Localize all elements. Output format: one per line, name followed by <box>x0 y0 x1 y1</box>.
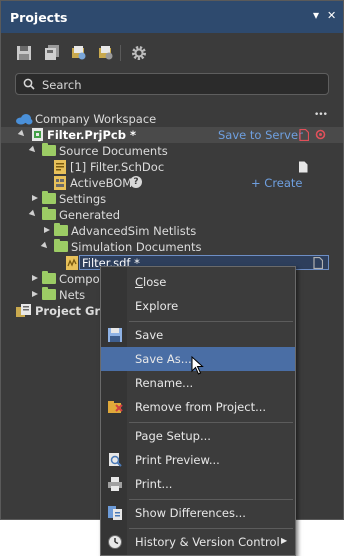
print-preview-icon <box>109 453 122 467</box>
save-all-icon[interactable] <box>44 45 60 61</box>
tree-item-project[interactable]: Filter.PrjPcb * Save to Server <box>1 127 343 143</box>
cloud-icon <box>16 114 33 125</box>
collapse-arrow-icon[interactable] <box>32 291 38 297</box>
search-icon <box>23 78 35 90</box>
expand-arrow-icon[interactable] <box>28 209 38 219</box>
menu-item-remove[interactable]: Remove from Project... <box>101 395 295 419</box>
collapse-arrow-icon[interactable] <box>32 195 38 201</box>
panel-close-icon[interactable]: ✕ <box>327 9 336 22</box>
tree-item-simulation-documents[interactable]: Simulation Documents <box>1 239 343 255</box>
pcb-project-icon <box>32 128 43 141</box>
settings-gear-icon[interactable] <box>131 45 147 61</box>
menu-item-history[interactable]: History & Version Control ▶ <box>101 530 295 554</box>
project-group-icon <box>16 304 31 317</box>
context-menu: Close Explore Save Save As... Rename... … <box>100 266 296 556</box>
tree-item-workspace[interactable]: Company Workspace ••• <box>1 110 343 127</box>
menu-item-close[interactable]: Close <box>101 270 295 294</box>
settings-label: Settings <box>59 192 107 206</box>
simulation-documents-label: Simulation Documents <box>71 240 202 254</box>
expand-arrow-icon[interactable] <box>17 129 27 139</box>
advancedsim-label: AdvancedSim Netlists <box>71 224 197 238</box>
search-input[interactable]: Search <box>15 73 329 95</box>
menu-item-show-differences[interactable]: Show Differences... <box>101 501 295 525</box>
menu-item-print-preview[interactable]: Print Preview... <box>101 448 295 472</box>
open-project-icon[interactable] <box>71 45 87 61</box>
sdf-doc-icon <box>66 256 78 270</box>
menu-item-explore[interactable]: Explore <box>101 294 295 318</box>
menu-item-explore-label: Explore <box>135 299 179 313</box>
tree-item-settings[interactable]: Settings <box>1 191 343 207</box>
submenu-arrow-icon: ▶ <box>281 536 288 545</box>
history-clock-icon <box>108 535 122 549</box>
search-placeholder: Search <box>42 78 82 92</box>
schematic-doc-icon <box>54 160 66 174</box>
panel-title: Projects <box>10 10 68 25</box>
folder-icon <box>42 191 56 204</box>
menu-item-show-differences-label: Show Differences... <box>135 506 246 520</box>
folder-icon <box>42 207 56 220</box>
tree-item-advancedsim[interactable]: AdvancedSim Netlists <box>1 223 343 239</box>
menu-item-page-setup[interactable]: Page Setup... <box>101 424 295 448</box>
schdoc-label: [1] Filter.SchDoc <box>70 160 165 174</box>
activebom-label: ActiveBOM <box>70 176 133 190</box>
document-icon[interactable] <box>299 129 309 141</box>
printer-icon <box>108 477 122 491</box>
tree-item-generated[interactable]: Generated <box>1 207 343 223</box>
menu-item-print[interactable]: Print... <box>101 472 295 496</box>
save-to-server-link[interactable]: Save to Server <box>218 128 303 142</box>
workspace-more-icon[interactable]: ••• <box>314 110 328 120</box>
menu-separator <box>129 528 293 529</box>
panel-toolbar <box>1 33 343 73</box>
menu-item-rename-label: Rename... <box>135 376 194 390</box>
tree-item-source-documents[interactable]: Source Documents <box>1 143 343 159</box>
menu-item-remove-label: Remove from Project... <box>135 400 267 414</box>
remove-folder-icon <box>108 401 123 413</box>
help-icon[interactable]: ? <box>130 176 142 188</box>
close-circle-icon[interactable] <box>315 129 326 140</box>
workspace-label: Company Workspace <box>35 112 157 126</box>
expand-arrow-icon[interactable] <box>40 241 50 251</box>
menu-item-save-as-label: Save As... <box>135 352 192 366</box>
project-label: Filter.PrjPcb * <box>47 128 136 142</box>
collapse-arrow-icon[interactable] <box>44 227 50 233</box>
menu-item-page-setup-label: Page Setup... <box>135 429 211 443</box>
source-documents-label: Source Documents <box>59 144 168 158</box>
create-link[interactable]: + Create <box>251 176 303 190</box>
folder-icon <box>42 271 56 284</box>
folder-icon <box>54 223 68 236</box>
menu-item-save[interactable]: Save <box>101 323 295 347</box>
menu-item-rename[interactable]: Rename... <box>101 371 295 395</box>
menu-separator <box>129 422 293 423</box>
save-icon[interactable] <box>16 45 32 61</box>
menu-separator <box>129 499 293 500</box>
tree-item-schdoc[interactable]: [1] Filter.SchDoc <box>1 159 343 175</box>
collapse-arrow-icon[interactable] <box>32 275 38 281</box>
document-icon[interactable] <box>298 161 308 173</box>
panel-titlebar: Projects ▾ ✕ <box>1 1 343 33</box>
menu-item-history-label: History & Version Control <box>135 535 280 549</box>
menu-separator <box>129 321 293 322</box>
folder-icon <box>42 143 56 156</box>
save-icon <box>108 328 122 342</box>
show-differences-icon <box>108 506 122 520</box>
menu-item-save-label: Save <box>135 328 164 342</box>
close-project-icon[interactable] <box>98 45 114 61</box>
menu-item-save-as[interactable]: Save As... <box>101 347 295 375</box>
nets-label: Nets <box>59 288 86 302</box>
menu-item-close-label: Close <box>135 275 167 289</box>
expand-arrow-icon[interactable] <box>28 145 38 155</box>
generated-label: Generated <box>59 208 121 222</box>
tree-item-activebom[interactable]: ActiveBOM ? + Create <box>1 175 343 191</box>
panel-menu-dropdown-icon[interactable]: ▾ <box>313 8 319 22</box>
toolbar-separator <box>120 45 121 61</box>
menu-item-print-label: Print... <box>135 477 173 491</box>
folder-icon <box>42 287 56 300</box>
document-icon[interactable] <box>313 257 323 269</box>
bom-doc-icon <box>54 176 66 190</box>
folder-icon <box>54 239 68 252</box>
menu-item-print-preview-label: Print Preview... <box>135 453 220 467</box>
